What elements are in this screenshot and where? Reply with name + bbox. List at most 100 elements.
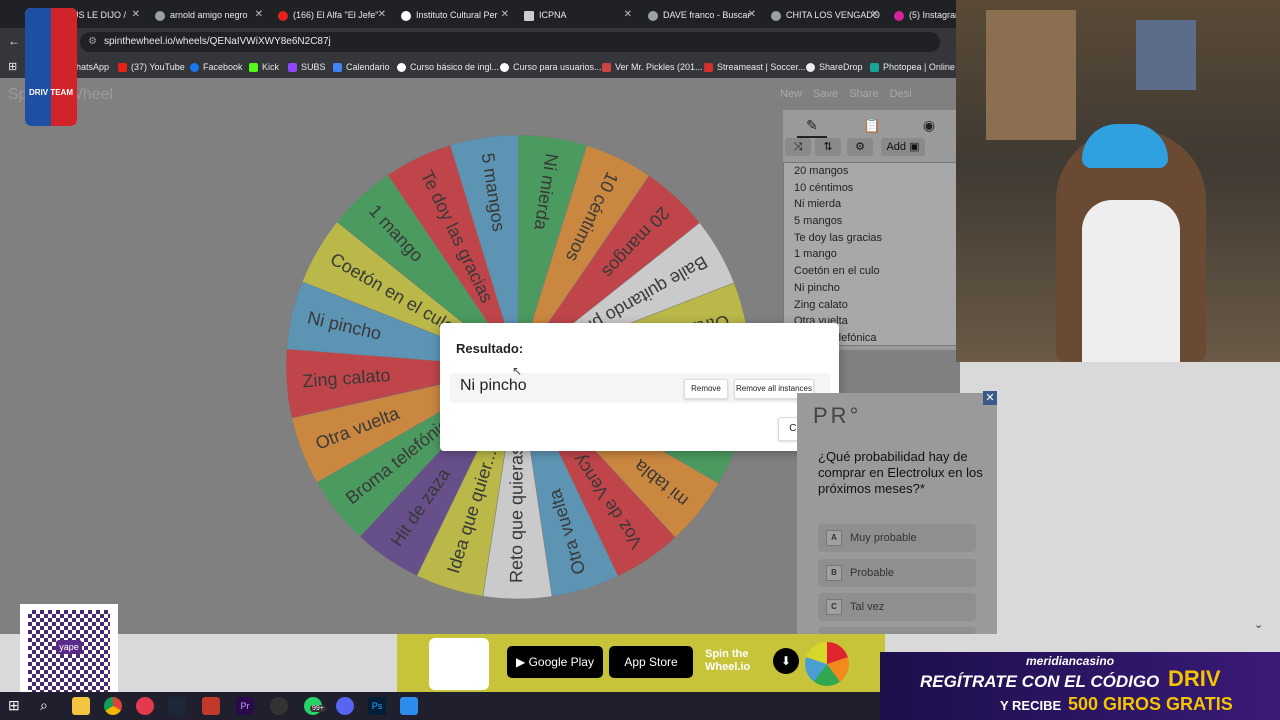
wheel-logo-icon bbox=[805, 642, 849, 686]
bookmark-item[interactable]: Calendario bbox=[333, 56, 390, 78]
wall-poster bbox=[1136, 20, 1196, 90]
survey-option[interactable]: C Tal vez bbox=[818, 593, 976, 621]
bookmark-item[interactable]: SUBS bbox=[288, 56, 326, 78]
google-play-button[interactable]: ▶ Google Play bbox=[507, 646, 603, 678]
settings-button[interactable]: ⚙ bbox=[847, 138, 873, 156]
url-field[interactable]: ⚙ spinthewheel.io/wheels/QENaIVWiXWY8e6N… bbox=[80, 32, 940, 52]
bookmark-item[interactable]: hatsApp bbox=[76, 56, 109, 78]
app-icon[interactable] bbox=[202, 697, 220, 715]
bookmark-item[interactable]: Kick bbox=[249, 56, 279, 78]
pencil-icon[interactable]: ✎ bbox=[797, 114, 827, 138]
browser-tab[interactable]: DAVE franco - Buscar ✕ bbox=[648, 4, 758, 26]
close-tab-icon[interactable]: ✕ bbox=[748, 4, 756, 26]
browser-tab[interactable]: (5) Instagram bbox=[894, 4, 960, 26]
ad-banner[interactable]: ▶ Google Play App Store Spin the Wheel.i… bbox=[397, 634, 885, 692]
site-settings-icon[interactable]: ⚙ bbox=[88, 32, 97, 52]
browser-tab[interactable]: (166) El Alfa "El Jefe" ✕ bbox=[278, 4, 388, 26]
browser-tab[interactable]: Instituto Cultural Per ✕ bbox=[401, 4, 511, 26]
logo-red bbox=[51, 8, 77, 126]
discord-icon[interactable] bbox=[336, 697, 354, 715]
premiere-icon[interactable]: Pr bbox=[236, 697, 254, 715]
design-button[interactable]: Desi bbox=[890, 88, 912, 100]
app-icon[interactable] bbox=[136, 697, 154, 715]
hide-eye-icon[interactable]: ◉ bbox=[914, 114, 944, 136]
save-button[interactable]: Save bbox=[813, 88, 838, 100]
close-tab-icon[interactable]: ✕ bbox=[624, 4, 632, 26]
close-tab-icon[interactable]: ✕ bbox=[378, 4, 386, 26]
dialog-title: Resultado: bbox=[456, 341, 524, 356]
bookmark-item[interactable]: Streameast | Soccer... bbox=[704, 56, 805, 78]
survey-option[interactable] bbox=[818, 627, 976, 634]
tab-label: Instituto Cultural Per bbox=[416, 10, 498, 20]
whatsapp-icon[interactable]: 99+ bbox=[304, 697, 326, 715]
logo-text: DRIV TEAM bbox=[29, 88, 73, 97]
entry-line: Coetón en el culo bbox=[794, 265, 880, 278]
bookmark-item[interactable]: Photopea | Online P bbox=[870, 56, 963, 78]
yape-qr-code: yape bbox=[20, 604, 118, 698]
tab-label: (5) Instagram bbox=[909, 10, 960, 20]
bookmark-label: Streameast | Soccer... bbox=[717, 62, 806, 72]
sort-button[interactable]: ⇅ bbox=[815, 138, 841, 156]
wheel-actions: New Save Share Desi bbox=[780, 88, 960, 106]
course-icon bbox=[397, 63, 406, 73]
close-tab-icon[interactable]: ✕ bbox=[501, 4, 509, 26]
facebook-icon bbox=[190, 63, 199, 73]
bookmark-item[interactable]: Curso básico de ingl... bbox=[397, 56, 499, 78]
windows-start-icon[interactable]: ⊞ bbox=[8, 697, 26, 715]
browser-tab[interactable]: CHITA LOS VENGADO ✕ bbox=[771, 4, 881, 26]
close-tab-icon[interactable]: ✕ bbox=[871, 4, 879, 26]
shuffle-button[interactable]: ⤨ bbox=[785, 138, 811, 156]
bookmark-item[interactable]: ShareDrop bbox=[806, 56, 863, 78]
chevron-down-icon[interactable]: ⌄ bbox=[1254, 618, 1263, 631]
bookmark-item[interactable]: Ver Mr. Pickles (201... bbox=[602, 56, 703, 78]
photoshop-icon[interactable]: Ps bbox=[368, 697, 386, 715]
page-icon bbox=[524, 10, 534, 21]
play-icon: ▶ bbox=[516, 655, 529, 669]
browser-tab[interactable]: ICPNA ✕ bbox=[524, 4, 634, 26]
survey-question: ¿Qué probabilidad hay de comprar en Elec… bbox=[818, 449, 983, 496]
close-tab-icon[interactable]: ✕ bbox=[132, 4, 140, 26]
bookmark-item[interactable]: (37) YouTube bbox=[118, 56, 185, 78]
share-button[interactable]: Share bbox=[849, 88, 878, 100]
bookmarks-bar: ⊞ hatsApp (37) YouTube Facebook Kick SUB… bbox=[0, 56, 963, 78]
entry-line: 10 céntimos bbox=[794, 181, 854, 194]
bookmark-label: SUBS bbox=[301, 62, 326, 72]
app-icon[interactable] bbox=[400, 697, 418, 715]
survey-close-icon[interactable]: ✕ bbox=[983, 391, 997, 405]
steam-icon[interactable] bbox=[168, 697, 186, 715]
casino-line2-highlight: 500 GIROS GRATIS bbox=[1068, 694, 1233, 714]
browser-tab[interactable]: arnold amigo negro ✕ bbox=[155, 4, 265, 26]
bookmark-item[interactable]: Curso para usuarios... bbox=[500, 56, 602, 78]
entry-line: 5 mangos bbox=[794, 215, 843, 228]
results-clipboard-icon[interactable]: 📋 bbox=[857, 114, 887, 136]
option-label: Probable bbox=[850, 567, 895, 579]
chrome-icon[interactable] bbox=[104, 697, 122, 715]
search-icon[interactable]: ⌕ bbox=[40, 697, 58, 715]
apps-grid-icon[interactable]: ⊞ bbox=[8, 60, 17, 73]
survey-option[interactable]: B Probable bbox=[818, 559, 976, 587]
tab-label: ICPNA bbox=[539, 10, 567, 20]
tab-label: arnold amigo negro bbox=[170, 10, 248, 20]
google-icon bbox=[771, 10, 781, 21]
file-explorer-icon[interactable] bbox=[72, 697, 90, 715]
youtube-icon bbox=[278, 10, 288, 21]
tab-label: CHITA LOS VENGADO bbox=[786, 10, 880, 20]
remove-button[interactable]: Remove bbox=[684, 379, 728, 399]
windows-taskbar: ⊞ ⌕ Pr 99+ Ps bbox=[0, 692, 880, 720]
add-image-button[interactable]: Add ▣ bbox=[881, 138, 925, 156]
app-store-button[interactable]: App Store bbox=[609, 646, 693, 678]
new-button[interactable]: New bbox=[780, 88, 802, 100]
site-icon bbox=[401, 10, 411, 21]
bookmark-item[interactable]: Facebook bbox=[190, 56, 243, 78]
back-arrow-icon[interactable]: ← bbox=[8, 34, 20, 48]
entries-textarea[interactable]: 20 mangos 10 céntimos Ni mierda 5 mangos… bbox=[783, 162, 963, 346]
phone-illustration bbox=[429, 638, 489, 690]
instagram-icon bbox=[894, 10, 904, 21]
obs-icon[interactable] bbox=[270, 697, 288, 715]
survey-option[interactable]: A Muy probable bbox=[818, 524, 976, 552]
google-icon bbox=[155, 10, 165, 21]
app-store-label: App Store bbox=[624, 655, 678, 669]
shuffle-icon: ⤨ bbox=[793, 141, 803, 153]
close-tab-icon[interactable]: ✕ bbox=[255, 4, 263, 26]
browser-tab[interactable]: US LE DIJO / ✕ bbox=[72, 4, 142, 26]
